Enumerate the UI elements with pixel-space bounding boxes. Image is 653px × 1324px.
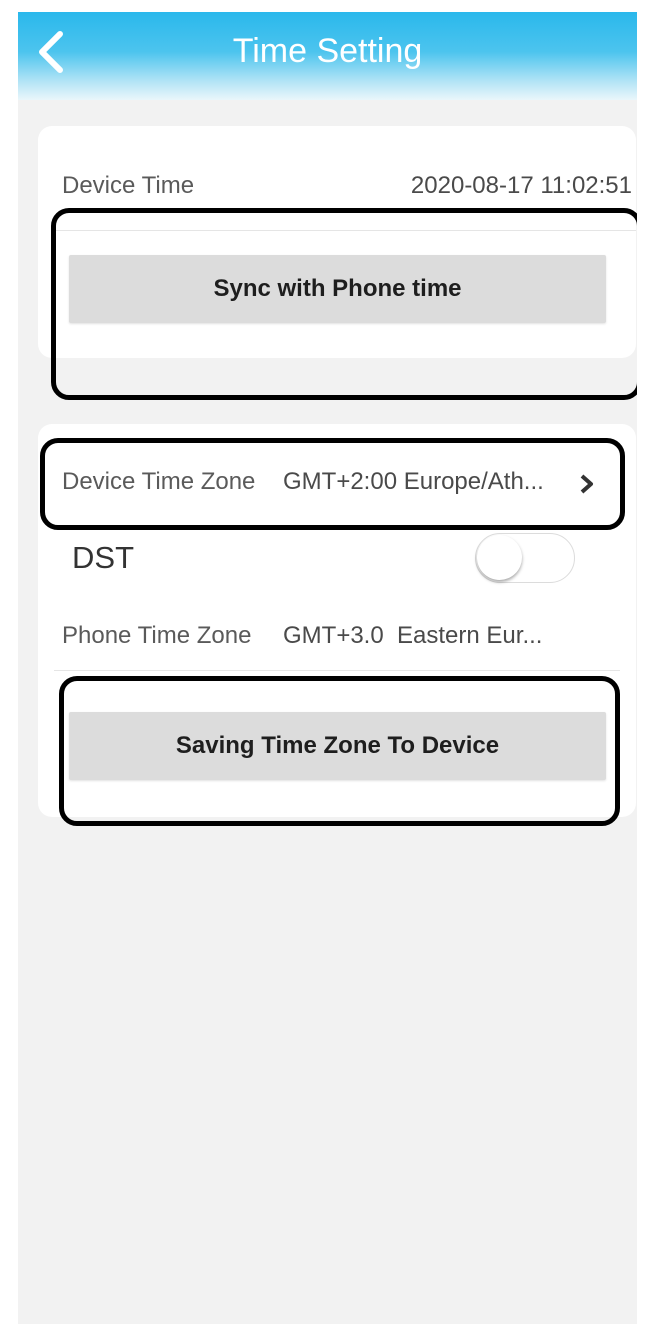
- sync-with-phone-time-button[interactable]: Sync with Phone time: [69, 255, 606, 323]
- device-time-value: 2020-08-17 11:02:51: [410, 172, 632, 199]
- phone-time-zone-value: GMT+3.0 Eastern Eur...: [283, 622, 543, 649]
- device-time-zone-value: GMT+2:00 Europe/Ath...: [283, 468, 544, 495]
- dst-label: DST: [72, 540, 134, 575]
- device-time-label: Device Time: [62, 172, 195, 199]
- device-time-zone-row[interactable]: Device Time Zone GMT+2:00 Europe/Ath...: [48, 460, 618, 510]
- page-title: Time Setting: [232, 32, 423, 70]
- time-setting-screen: Time Setting Device Time 2020-08-17 11:0…: [18, 12, 637, 1324]
- divider: [54, 670, 620, 671]
- header-bar: Time Setting: [18, 12, 637, 100]
- device-time-zone-label: Device Time Zone: [62, 468, 256, 495]
- toggle-knob: [477, 535, 522, 580]
- device-time-card: Device Time 2020-08-17 11:02:51: [38, 126, 636, 358]
- chevron-right-icon: [580, 474, 593, 494]
- phone-time-zone-label: Phone Time Zone: [62, 622, 252, 649]
- save-time-zone-button[interactable]: Saving Time Zone To Device: [69, 712, 606, 780]
- divider: [54, 230, 636, 231]
- dst-toggle[interactable]: [475, 533, 575, 583]
